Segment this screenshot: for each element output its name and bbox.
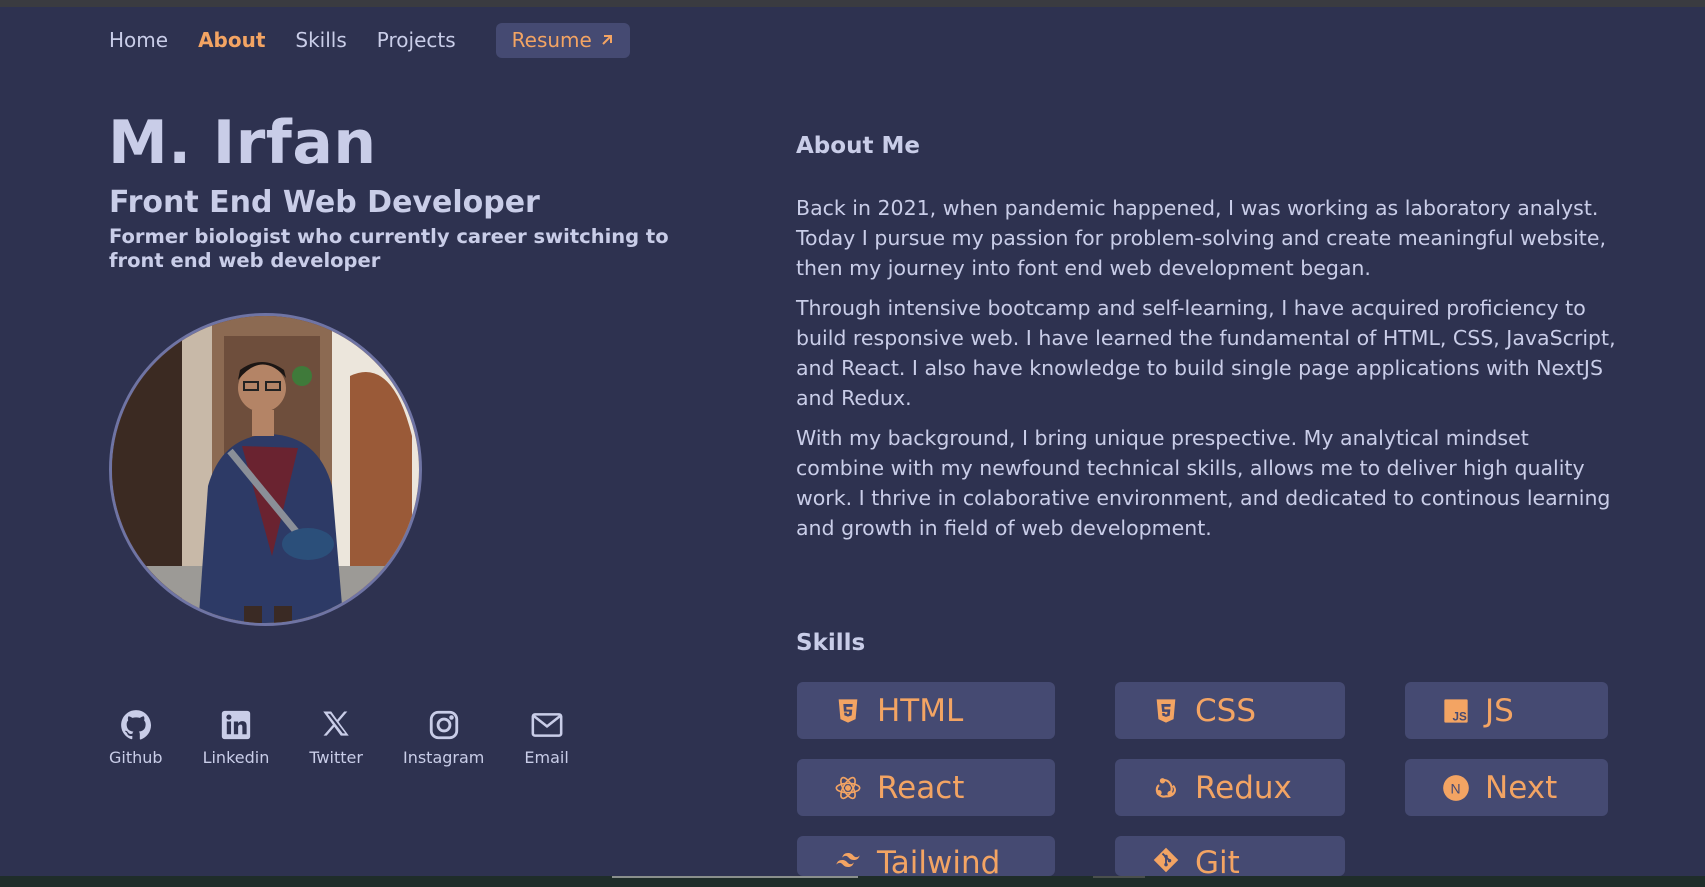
skill-card-js[interactable]: JS JS <box>1405 682 1608 739</box>
skill-label: Git <box>1195 845 1240 876</box>
skill-card-react[interactable]: React <box>797 759 1055 816</box>
html5-icon <box>833 696 863 726</box>
social-label: Email <box>524 748 569 767</box>
skill-label: CSS <box>1195 692 1257 729</box>
about-paragraph: Back in 2021, when pandemic happened, I … <box>796 196 1606 280</box>
redux-icon <box>1151 773 1181 803</box>
skill-card-css[interactable]: CSS <box>1115 682 1345 739</box>
react-icon <box>833 773 863 803</box>
mail-icon <box>531 713 563 737</box>
browser-top-edge <box>0 0 1705 7</box>
nav-about[interactable]: About <box>198 28 265 52</box>
x-twitter-icon <box>323 711 349 736</box>
javascript-icon: JS <box>1441 696 1471 726</box>
skill-card-next[interactable]: N Next <box>1405 759 1608 816</box>
skill-card-redux[interactable]: Redux <box>1115 759 1345 816</box>
social-instagram[interactable]: Instagram <box>403 708 484 767</box>
hero-role: Front End Web Developer <box>109 185 540 220</box>
about-body: Back in 2021, when pandemic happened, I … <box>796 193 1616 553</box>
social-email[interactable]: Email <box>524 708 569 767</box>
skill-label: JS <box>1485 692 1514 729</box>
nav-skills[interactable]: Skills <box>295 28 346 52</box>
social-linkedin[interactable]: Linkedin <box>202 708 270 767</box>
social-label: Instagram <box>402 748 485 767</box>
skill-card-html[interactable]: HTML <box>797 682 1055 739</box>
about-title: About Me <box>796 133 920 159</box>
github-icon <box>120 710 151 740</box>
skill-card-tailwind[interactable]: Tailwind <box>797 836 1055 876</box>
nav-projects[interactable]: Projects <box>377 28 456 52</box>
arrow-up-right-icon <box>602 35 612 45</box>
social-twitter[interactable]: Twitter <box>309 708 363 767</box>
taskbar-edge <box>0 876 1705 887</box>
hero-tagline: Former biologist who currently career sw… <box>109 225 669 272</box>
hero-name: M. Irfan <box>108 108 377 178</box>
css3-icon <box>1151 696 1181 726</box>
skill-label: Redux <box>1195 769 1292 806</box>
skill-card-git[interactable]: Git <box>1115 836 1345 876</box>
resume-button[interactable]: Resume <box>495 22 630 58</box>
social-github[interactable]: Github <box>109 708 163 767</box>
skill-label: React <box>877 769 965 806</box>
skill-label: HTML <box>877 692 964 729</box>
social-links: Github Linkedin Twitter Instagram Email <box>109 708 609 767</box>
about-paragraph: Through intensive bootcamp and self-lear… <box>796 296 1616 410</box>
skill-label: Next <box>1485 769 1558 806</box>
skills-title: Skills <box>796 630 866 656</box>
linkedin-icon <box>221 710 251 740</box>
social-label: Linkedin <box>202 748 270 767</box>
social-label: Github <box>109 748 163 767</box>
social-label: Twitter <box>309 748 363 767</box>
git-icon <box>1151 845 1181 875</box>
svg-text:N: N <box>1451 780 1461 796</box>
svg-text:JS: JS <box>1453 710 1467 723</box>
resume-label: Resume <box>511 28 592 52</box>
nav-home[interactable]: Home <box>109 28 168 52</box>
about-paragraph: With my background, I bring unique presp… <box>796 426 1611 540</box>
tailwind-icon <box>833 845 863 875</box>
skill-label: Tailwind <box>877 845 1001 876</box>
instagram-icon <box>429 710 458 740</box>
top-nav: Home About Skills Projects Resume <box>109 22 630 58</box>
profile-photo <box>109 313 422 626</box>
nextjs-icon: N <box>1441 773 1471 803</box>
